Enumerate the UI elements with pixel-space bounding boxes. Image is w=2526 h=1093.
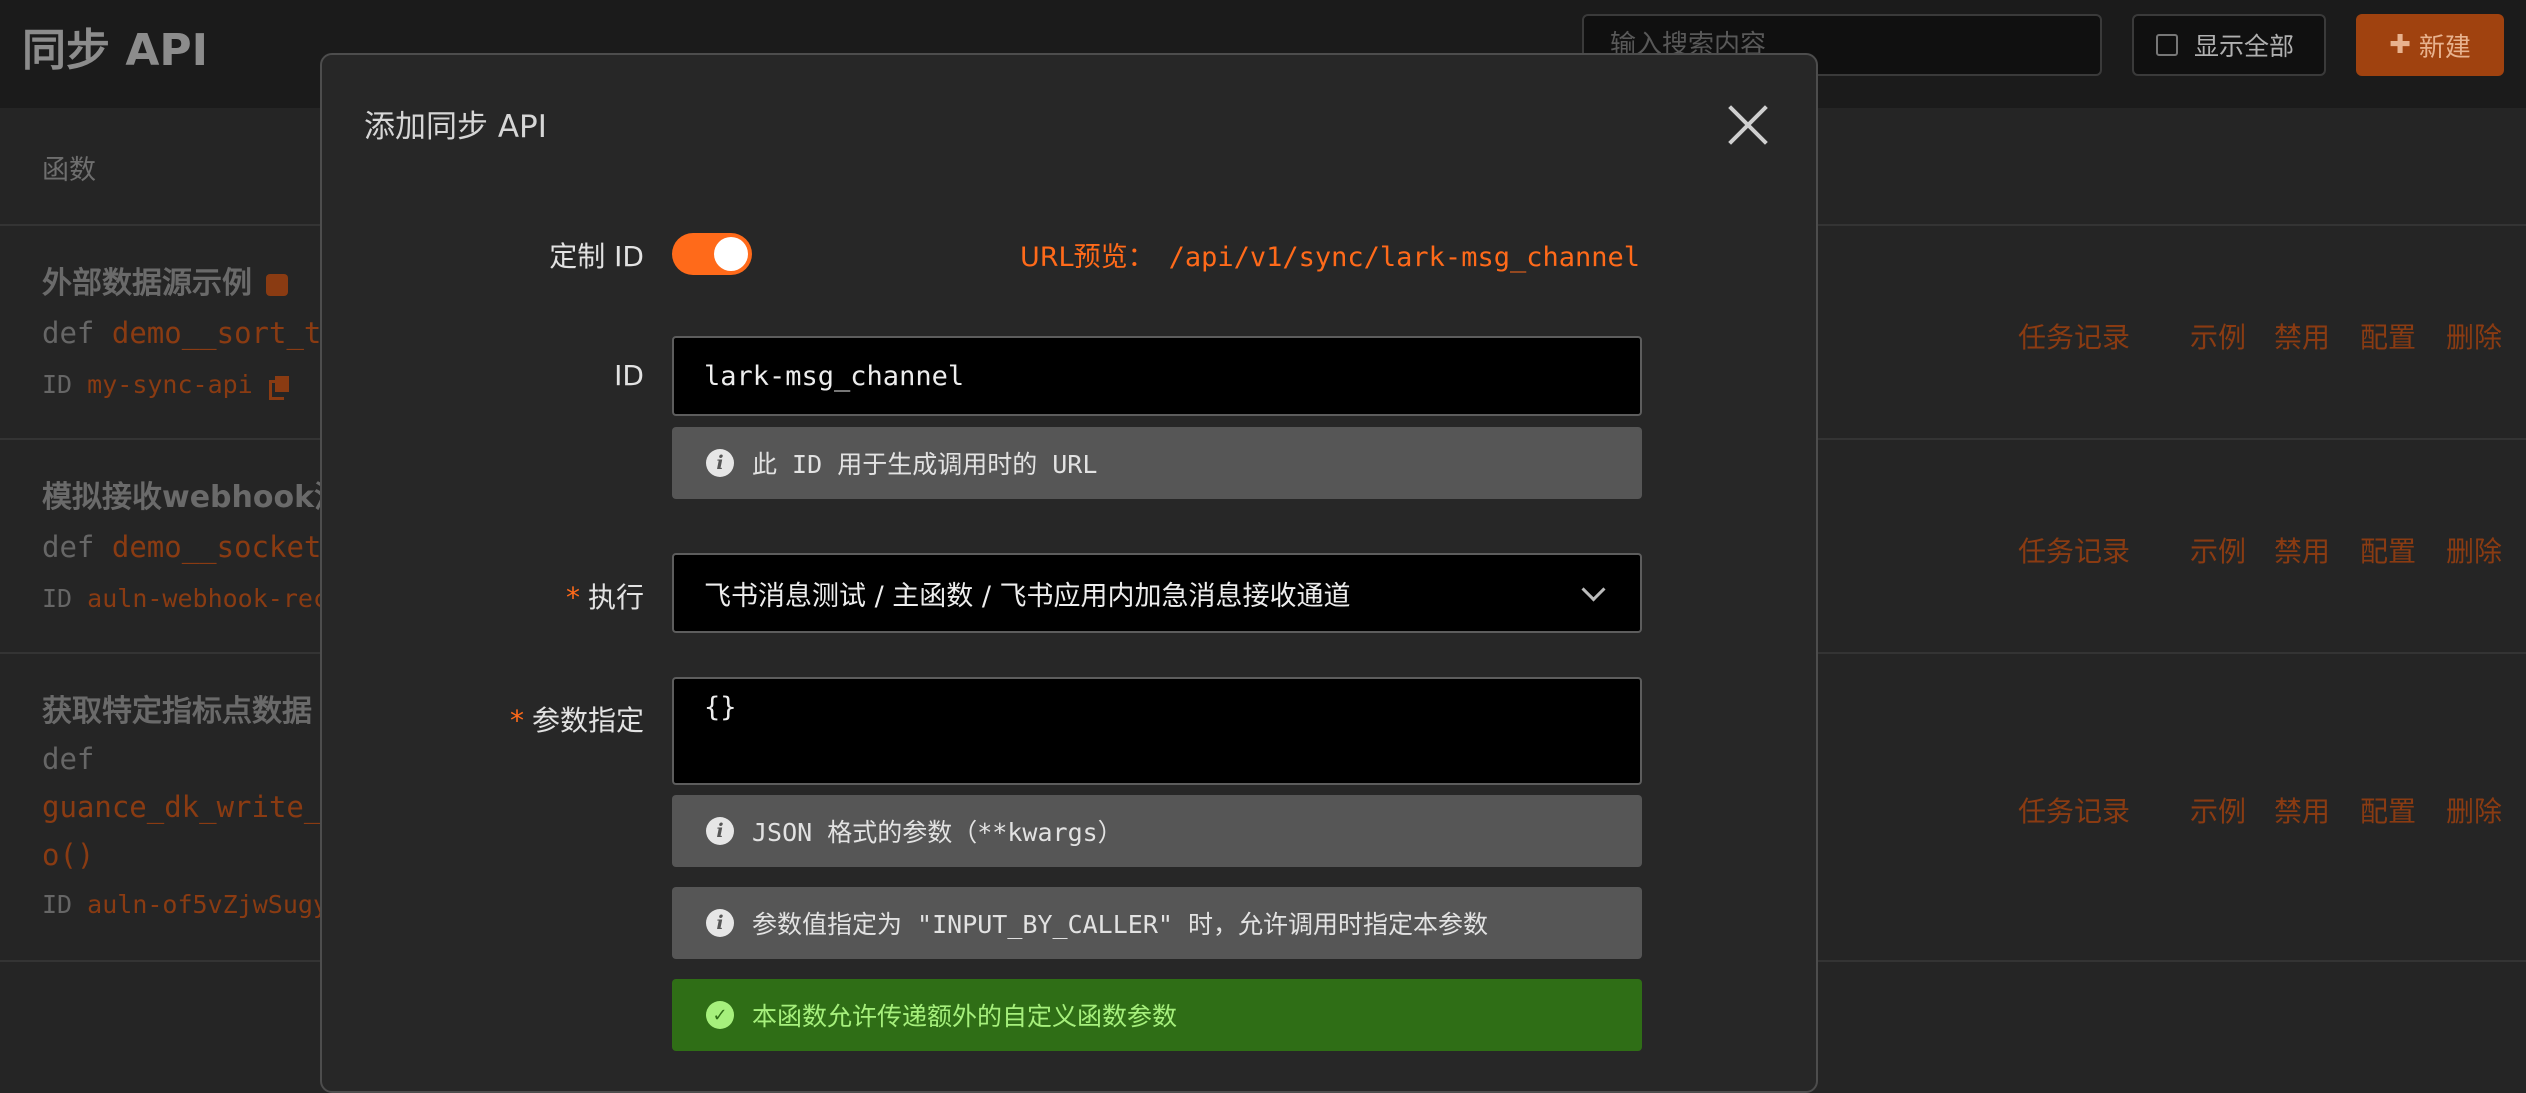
args-json-hint-text: JSON 格式的参数（**kwargs） bbox=[752, 818, 1123, 847]
row-title: 获取特定指标点数据 bbox=[42, 694, 312, 729]
new-button[interactable]: ✚ 新建 bbox=[2356, 14, 2504, 76]
config-link[interactable]: 配置 bbox=[2360, 316, 2416, 356]
delete-link[interactable]: 删除 bbox=[2446, 790, 2502, 830]
config-link[interactable]: 配置 bbox=[2360, 790, 2416, 830]
url-preview-label: URL预览： bbox=[1020, 242, 1155, 273]
new-button-label: 新建 bbox=[2418, 32, 2471, 63]
kwargs-allowed-hint: ✓ 本函数允许传递额外的自定义函数参数 bbox=[672, 979, 1642, 1051]
show-all-checkbox[interactable] bbox=[2156, 34, 2178, 56]
plus-icon: ✚ bbox=[2389, 30, 2411, 60]
task-log-link[interactable]: 任务记录 bbox=[2018, 790, 2130, 830]
row-def-keyword: def bbox=[42, 742, 95, 776]
id-hint-text: 此 ID 用于生成调用时的 URL bbox=[752, 450, 1098, 479]
id-label: ID bbox=[614, 359, 644, 392]
row-id: ID auln-webhook-rece bbox=[42, 584, 344, 613]
exec-label: * 执行 bbox=[565, 581, 644, 614]
switch-knob bbox=[714, 237, 748, 271]
column-header-function: 函数 bbox=[42, 155, 96, 186]
external-link-icon[interactable] bbox=[266, 273, 288, 296]
add-sync-api-dialog: 添加同步 API 定制 ID URL预览： /api/v1/sync/lark-m… bbox=[320, 53, 1818, 1093]
row-id: ID my-sync-api bbox=[42, 370, 289, 400]
info-icon: i bbox=[706, 909, 734, 937]
disable-link[interactable]: 禁用 bbox=[2274, 316, 2330, 356]
args-caller-hint-text: 参数值指定为 "INPUT_BY_CALLER" 时，允许调用时指定本参数 bbox=[752, 910, 1488, 939]
delete-link[interactable]: 删除 bbox=[2446, 530, 2502, 570]
example-link[interactable]: 示例 bbox=[2190, 316, 2246, 356]
row-def-func-cont: o() bbox=[42, 838, 95, 872]
config-link[interactable]: 配置 bbox=[2360, 530, 2416, 570]
chevron-down-icon bbox=[1581, 576, 1606, 602]
row-title: 模拟接收webhook消 bbox=[42, 480, 345, 515]
row-def: def demo__sort_tre bbox=[42, 316, 357, 350]
delete-link[interactable]: 删除 bbox=[2446, 316, 2502, 356]
task-log-link[interactable]: 任务记录 bbox=[2018, 530, 2130, 570]
disable-link[interactable]: 禁用 bbox=[2274, 790, 2330, 830]
url-preview: URL预览： /api/v1/sync/lark-msg_channel bbox=[1020, 235, 1640, 274]
custom-id-switch[interactable] bbox=[672, 233, 752, 275]
disable-link[interactable]: 禁用 bbox=[2274, 530, 2330, 570]
copy-icon[interactable] bbox=[268, 376, 289, 400]
close-icon[interactable] bbox=[1726, 103, 1770, 147]
args-json-hint: i JSON 格式的参数（**kwargs） bbox=[672, 795, 1642, 867]
row-def-func: guance_dk_write__ bbox=[42, 790, 339, 824]
task-log-link[interactable]: 任务记录 bbox=[2018, 316, 2130, 356]
row-title: 外部数据源示例 bbox=[42, 258, 288, 302]
args-label: * 参数指定 bbox=[509, 704, 644, 737]
id-hint: i 此 ID 用于生成调用时的 URL bbox=[672, 427, 1642, 499]
check-circle-icon: ✓ bbox=[706, 1001, 734, 1029]
id-input[interactable] bbox=[672, 336, 1642, 416]
custom-id-label: 定制 ID bbox=[549, 240, 644, 273]
url-preview-value: /api/v1/sync/lark-msg_channel bbox=[1168, 242, 1640, 273]
row-def: def demo__socket_t bbox=[42, 530, 357, 564]
example-link[interactable]: 示例 bbox=[2190, 530, 2246, 570]
dialog-title: 添加同步 API bbox=[364, 109, 547, 145]
exec-select-value: 飞书消息测试 / 主函数 / 飞书应用内加急消息接收通道 bbox=[704, 580, 1351, 612]
exec-select[interactable]: 飞书消息测试 / 主函数 / 飞书应用内加急消息接收通道 bbox=[672, 553, 1642, 633]
show-all-label: 显示全部 bbox=[2194, 32, 2295, 61]
args-caller-hint: i 参数值指定为 "INPUT_BY_CALLER" 时，允许调用时指定本参数 bbox=[672, 887, 1642, 959]
info-icon: i bbox=[706, 817, 734, 845]
kwargs-allowed-hint-text: 本函数允许传递额外的自定义函数参数 bbox=[752, 1002, 1178, 1031]
info-icon: i bbox=[706, 449, 734, 477]
row-id: ID auln-of5vZjwSugy9 bbox=[42, 890, 344, 919]
required-mark: * bbox=[509, 704, 524, 737]
page-title: 同步 API bbox=[22, 25, 208, 76]
example-link[interactable]: 示例 bbox=[2190, 790, 2246, 830]
required-mark: * bbox=[565, 581, 580, 614]
show-all-toggle[interactable]: 显示全部 bbox=[2132, 14, 2326, 76]
args-textarea[interactable]: {} bbox=[672, 677, 1642, 785]
